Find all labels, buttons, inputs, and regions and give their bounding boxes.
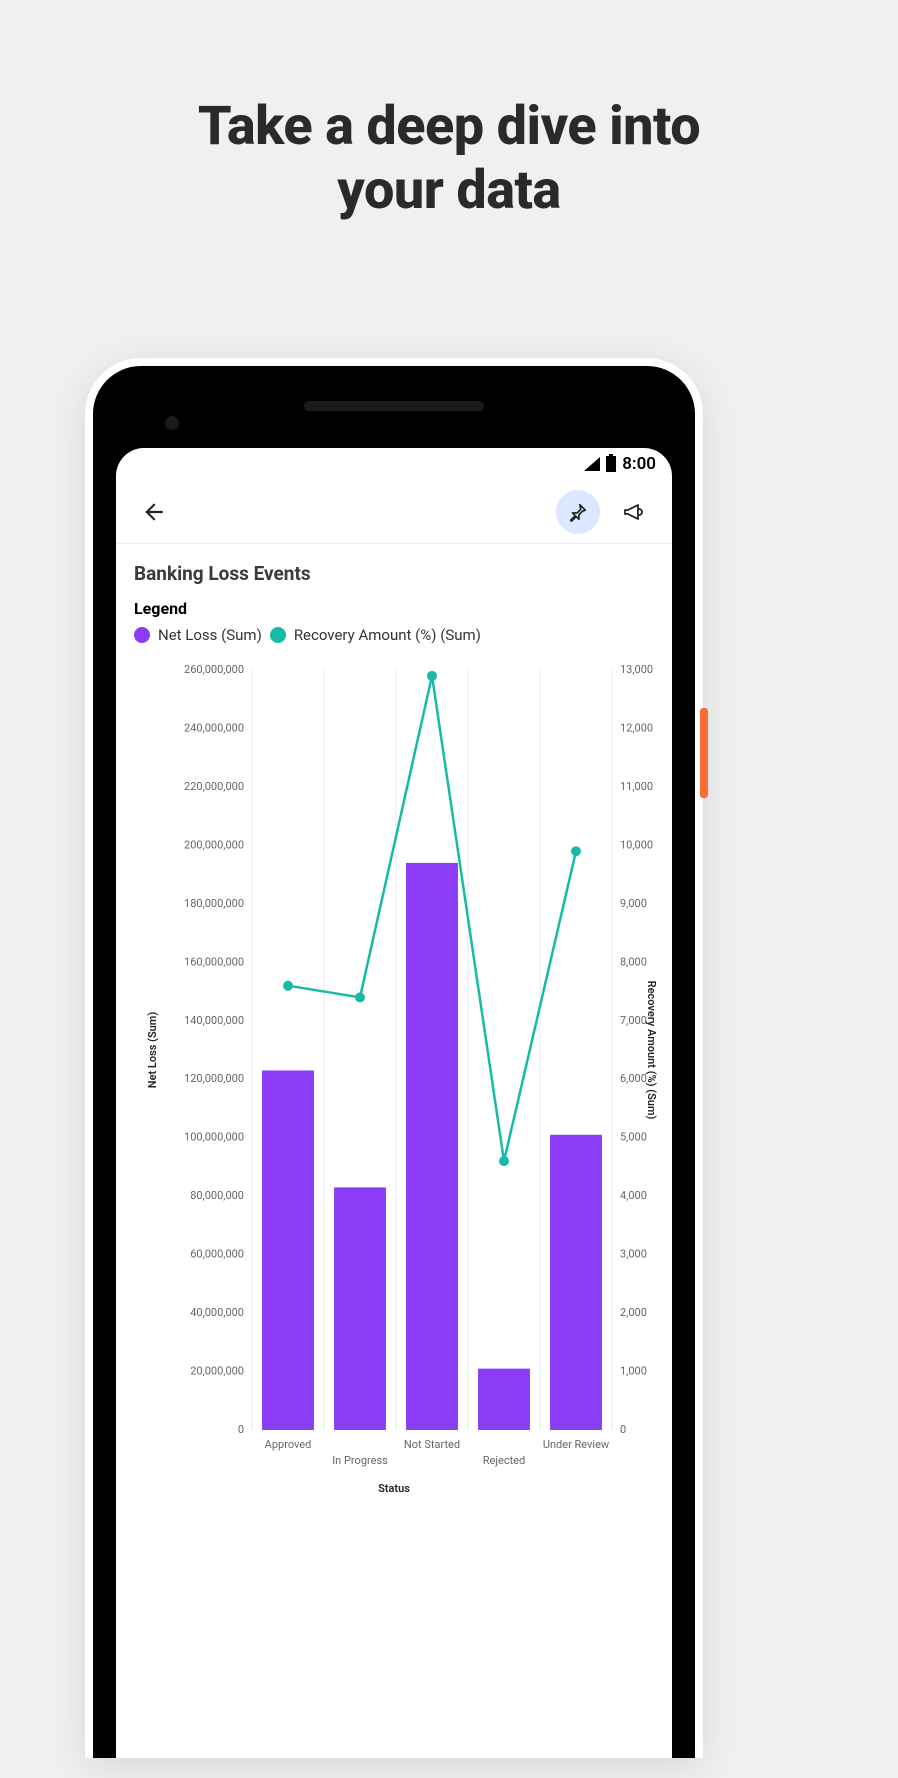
svg-text:Recovery Amount (%) (Sum): Recovery Amount (%) (Sum) xyxy=(645,981,658,1120)
phone-bezel: 8:00 xyxy=(93,366,695,1758)
svg-text:Status: Status xyxy=(378,1482,410,1495)
svg-text:260,000,000: 260,000,000 xyxy=(184,663,244,676)
svg-text:60,000,000: 60,000,000 xyxy=(190,1248,244,1261)
svg-text:0: 0 xyxy=(238,1423,244,1436)
svg-text:11,000: 11,000 xyxy=(620,780,653,793)
app-bar xyxy=(116,480,672,544)
status-time: 8:00 xyxy=(622,454,656,474)
svg-text:0: 0 xyxy=(620,1423,626,1436)
svg-text:Net Loss (Sum): Net Loss (Sum) xyxy=(146,1012,159,1089)
svg-text:12,000: 12,000 xyxy=(620,721,653,734)
phone-frame: 8:00 xyxy=(85,358,703,1758)
svg-text:140,000,000: 140,000,000 xyxy=(184,1014,244,1027)
svg-text:240,000,000: 240,000,000 xyxy=(184,721,244,734)
svg-text:Rejected: Rejected xyxy=(483,1454,525,1467)
content-area: Banking Loss Events Legend Net Loss (Sum… xyxy=(116,544,672,1560)
svg-text:In Progress: In Progress xyxy=(332,1454,388,1467)
signal-icon xyxy=(584,457,600,471)
chart-svg: 0 20,000,000 40,000,000 60,000,000 80,000,00… xyxy=(130,660,658,1560)
legend-dot-2 xyxy=(270,627,286,643)
svg-text:80,000,000: 80,000,000 xyxy=(190,1189,244,1202)
svg-text:8,000: 8,000 xyxy=(620,955,647,968)
svg-text:4,000: 4,000 xyxy=(620,1189,647,1202)
battery-icon xyxy=(606,456,616,472)
svg-text:120,000,000: 120,000,000 xyxy=(184,1072,244,1085)
svg-text:200,000,000: 200,000,000 xyxy=(184,838,244,851)
megaphone-icon xyxy=(622,500,646,524)
phone-camera xyxy=(165,416,179,430)
page-headline: Take a deep dive into your data xyxy=(0,0,898,222)
phone-screen: 8:00 xyxy=(116,448,672,1758)
svg-text:7,000: 7,000 xyxy=(620,1014,647,1027)
pin-button[interactable] xyxy=(556,490,600,534)
phone-power-button xyxy=(700,708,708,798)
svg-text:10,000: 10,000 xyxy=(620,838,653,851)
svg-text:1,000: 1,000 xyxy=(620,1365,647,1378)
announce-button[interactable] xyxy=(612,490,656,534)
svg-text:Approved: Approved xyxy=(265,1438,312,1451)
svg-text:9,000: 9,000 xyxy=(620,897,647,910)
arrow-left-icon xyxy=(141,499,167,525)
svg-text:6,000: 6,000 xyxy=(620,1072,647,1085)
headline-line2: your data xyxy=(337,159,560,222)
svg-text:220,000,000: 220,000,000 xyxy=(184,780,244,793)
svg-text:13,000: 13,000 xyxy=(620,663,653,676)
headline-line1: Take a deep dive into xyxy=(198,95,700,158)
svg-text:5,000: 5,000 xyxy=(620,1131,647,1144)
svg-text:180,000,000: 180,000,000 xyxy=(184,897,244,910)
legend-label-2: Recovery Amount (%) (Sum) xyxy=(294,626,481,644)
svg-text:2,000: 2,000 xyxy=(620,1306,647,1319)
svg-text:160,000,000: 160,000,000 xyxy=(184,955,244,968)
chart-title: Banking Loss Events xyxy=(134,562,654,585)
status-bar: 8:00 xyxy=(116,448,672,480)
back-button[interactable] xyxy=(132,490,176,534)
legend-label-1: Net Loss (Sum) xyxy=(158,626,262,644)
legend-dot-1 xyxy=(134,627,150,643)
legend-title: Legend xyxy=(134,599,654,618)
svg-text:20,000,000: 20,000,000 xyxy=(190,1365,244,1378)
svg-text:Not Started: Not Started xyxy=(404,1438,460,1451)
svg-text:3,000: 3,000 xyxy=(620,1248,647,1261)
svg-text:Under Review: Under Review xyxy=(543,1438,610,1451)
chart: 0 20,000,000 40,000,000 60,000,000 80,000,00… xyxy=(130,660,658,1560)
legend-row: Net Loss (Sum) Recovery Amount (%) (Sum) xyxy=(134,626,654,644)
svg-text:100,000,000: 100,000,000 xyxy=(184,1131,244,1144)
svg-text:40,000,000: 40,000,000 xyxy=(190,1306,244,1319)
phone-speaker xyxy=(304,401,484,411)
pin-icon xyxy=(567,501,589,523)
